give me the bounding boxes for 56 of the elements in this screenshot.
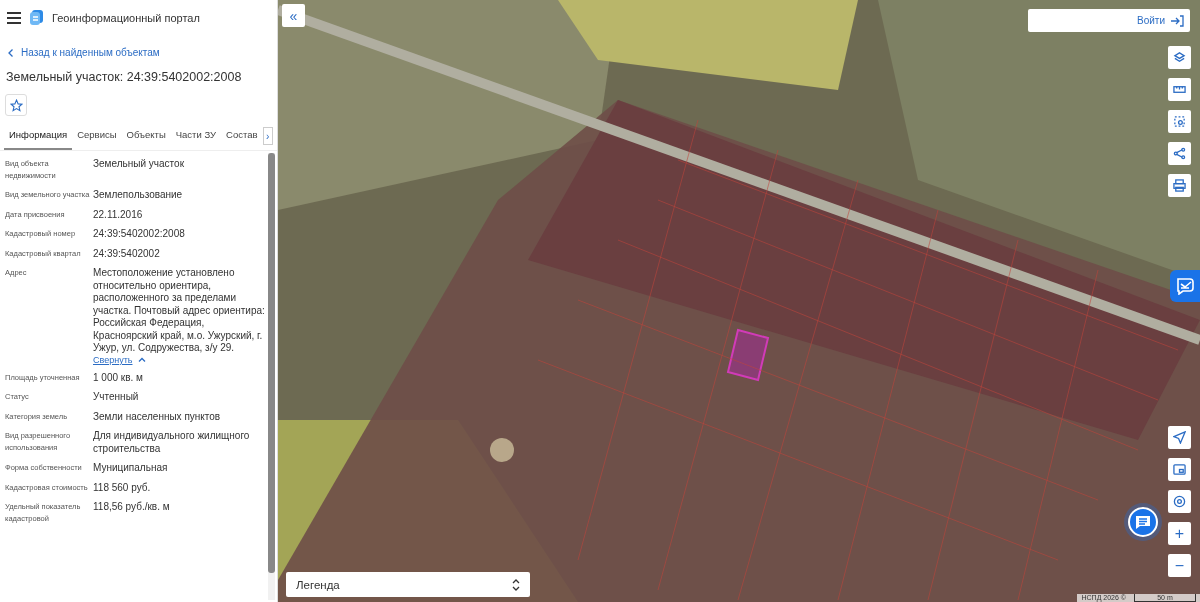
object-title: Земельный участок: 24:39:5402002:2008: [5, 69, 243, 86]
property-value: Учтенный: [93, 391, 140, 404]
collapse-link[interactable]: Свернуть: [93, 354, 133, 365]
layers-button[interactable]: [1168, 46, 1191, 69]
minimap-button[interactable]: [1168, 458, 1191, 481]
navigation-arrow-icon: [1173, 431, 1186, 444]
ruler-button[interactable]: [1168, 78, 1191, 101]
tab[interactable]: Объекты: [121, 122, 171, 150]
tab[interactable]: Сервисы: [72, 122, 122, 150]
collapse-panel-button[interactable]: «: [282, 4, 305, 27]
star-icon: [9, 98, 23, 112]
tab[interactable]: Информация: [4, 122, 73, 150]
property-value: Муниципальная: [93, 462, 169, 475]
chevron-left-icon: [8, 48, 13, 57]
favorite-button[interactable]: [5, 94, 27, 116]
target-button[interactable]: [1168, 490, 1191, 513]
chat-bubble-icon: [1175, 277, 1195, 295]
area-select-icon: [1173, 115, 1186, 128]
print-button[interactable]: [1168, 174, 1191, 197]
feedback-button[interactable]: [1170, 270, 1200, 302]
zoom-in-button[interactable]: +: [1168, 522, 1191, 545]
property-value: 24:39:5402002: [93, 247, 161, 260]
location-button[interactable]: [1168, 426, 1191, 449]
legend-dropdown[interactable]: Легенда: [286, 572, 530, 597]
tab[interactable]: Состав: [221, 122, 263, 150]
printer-icon: [1173, 179, 1186, 192]
share-button[interactable]: [1168, 142, 1191, 165]
target-icon: [1173, 495, 1186, 508]
login-icon: [1171, 14, 1184, 27]
tab[interactable]: Части ЗУ: [170, 122, 222, 150]
menu-icon[interactable]: [7, 11, 21, 24]
property-value: 118 560 руб.: [93, 481, 152, 494]
portal-title: Геоинформационный портал: [52, 11, 200, 24]
tabs-next-button[interactable]: ›: [262, 127, 273, 145]
layers-icon: [1173, 51, 1186, 64]
picture-in-picture-icon: [1173, 463, 1186, 476]
property-value: Для индивидуального жилищного строительства: [93, 430, 251, 455]
property-value: Земли населенных пунктов: [93, 410, 222, 423]
zoom-out-button[interactable]: −: [1168, 554, 1191, 577]
login-button[interactable]: Войти: [1028, 9, 1190, 32]
document-logo-icon: [30, 10, 43, 25]
property-value: 22.11.2016: [93, 208, 144, 221]
property-value: Земельный участок: [93, 158, 185, 171]
property-value: Местоположение установлено относительно ориентира, расположенного за пределами участка. Почтовый адрес ориентира: Российская Федерация, Красноярский край, м.о. Ужурский, г. Ужур, ул. Содружества, з/у 29.: [93, 267, 266, 355]
scrollbar[interactable]: [268, 153, 275, 600]
chevron-up-icon: [138, 357, 147, 362]
property-value: 24:39:5402002:2008: [93, 228, 186, 241]
property-value: 1 000 кв. м: [93, 371, 144, 384]
back-link[interactable]: Назад к найденным объектам: [0, 33, 168, 64]
share-icon: [1173, 147, 1186, 160]
up-down-chevron-icon: [512, 578, 520, 591]
chat-icon: [1134, 514, 1152, 530]
ruler-icon: [1173, 83, 1186, 96]
property-value: 118,56 руб./кв. м: [93, 501, 171, 514]
property-value: Землепользование: [93, 189, 184, 202]
area-select-button[interactable]: [1168, 110, 1191, 133]
